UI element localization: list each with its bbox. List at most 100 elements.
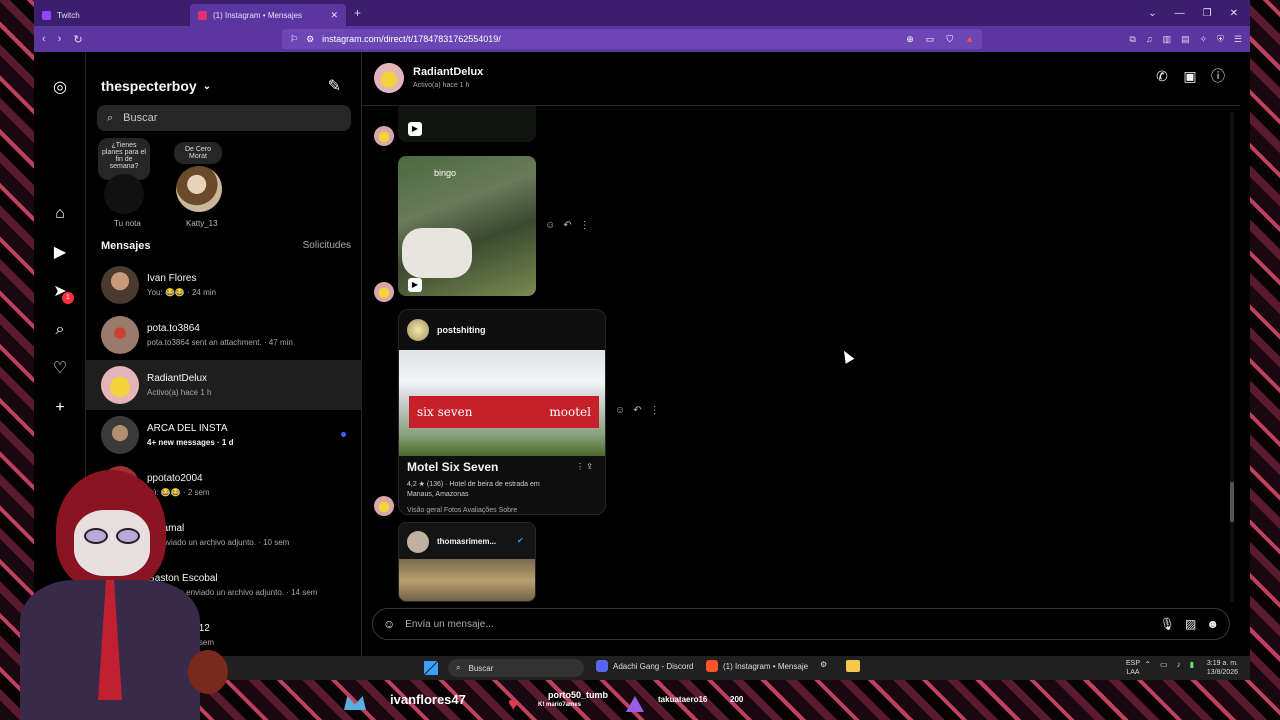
conversation-item[interactable]: ARCA DEL INSTA 4+ new messages · 1 d — [86, 410, 361, 460]
taskbar-search[interactable]: ⌕ Buscar — [448, 659, 584, 677]
post-image — [399, 559, 535, 601]
instagram-logo-icon[interactable]: ◎ — [51, 79, 69, 97]
search-icon[interactable]: ⌕ — [51, 321, 69, 339]
close-window-button[interactable]: ✕ — [1230, 8, 1238, 19]
requests-link[interactable]: Solicitudes — [303, 240, 351, 252]
compose-icon[interactable]: ✎ — [328, 76, 341, 96]
forward-icon[interactable]: › — [58, 33, 62, 46]
site-info-icon[interactable]: ⚙ — [306, 34, 314, 45]
video-call-icon[interactable]: ▣ — [1182, 68, 1198, 84]
music-icon[interactable]: ♫ — [1146, 34, 1153, 45]
menu-icon[interactable]: ☰ — [1234, 34, 1242, 45]
conversation-name: pota.to3864 — [147, 323, 200, 334]
search-input[interactable]: ⌕ Buscar — [97, 105, 351, 131]
tab-instagram[interactable]: (1) Instagram • Mensajes ✕ — [190, 4, 346, 26]
clock[interactable]: 3:19 a. m. 13/8/2026 — [1207, 659, 1238, 677]
shield-icon[interactable]: ⛉ — [946, 34, 953, 45]
microphone-icon[interactable]: 🎙 — [1160, 617, 1175, 631]
scrollbar-thumb[interactable] — [1230, 482, 1234, 522]
place-title: Motel Six Seven — [407, 460, 499, 474]
subscriber-detail: K! mario7ames — [538, 702, 582, 708]
instagram-tab-icon — [198, 10, 207, 20]
more-icon[interactable]: ⋮ — [650, 405, 660, 416]
sticker-icon[interactable]: ☻ — [1206, 617, 1219, 631]
sign-text: six seven — [417, 405, 473, 419]
reel-preview[interactable]: bingo — [398, 156, 536, 296]
react-icon[interactable]: ☺ — [545, 220, 555, 231]
lang-code: ESP — [1125, 660, 1140, 667]
network-icon[interactable]: ▭ — [1160, 660, 1168, 669]
taskbar-app-label: Adachi Gang - Discord — [613, 661, 694, 671]
notifications-heart-icon[interactable]: ♡ — [51, 360, 69, 378]
latest-follower: ivanflores47 — [390, 692, 466, 707]
avatar-eye — [116, 528, 140, 544]
play-icon[interactable]: ▶ — [408, 278, 422, 292]
windows-start-icon[interactable] — [424, 661, 438, 675]
note-bubble[interactable]: De Cero Morat — [174, 142, 222, 164]
image-icon[interactable]: ▨ — [1185, 617, 1196, 631]
unread-dot — [341, 432, 346, 437]
message-input[interactable]: Envía un mensaje... — [405, 619, 1150, 630]
thread-name[interactable]: RadiantDelux — [413, 66, 483, 78]
language-indicator[interactable]: ESP LAA — [1126, 659, 1140, 677]
new-tab-button[interactable]: + — [346, 6, 369, 20]
vpn-icon[interactable]: ⛨ — [1217, 34, 1224, 45]
place-tabs[interactable]: Visão geral Fotos Avaliações Sobre — [407, 507, 517, 514]
account-switcher[interactable]: thespecterboy ⌄ — [101, 78, 211, 94]
twitch-icon — [42, 10, 51, 20]
avatar-face — [74, 510, 150, 576]
brave-icon — [706, 660, 718, 672]
taskbar-app-discord[interactable]: Adachi Gang - Discord — [596, 660, 693, 672]
avatar[interactable] — [374, 63, 404, 93]
url-text: instagram.com/direct/t/17847831762554019… — [322, 34, 501, 44]
leo-icon[interactable]: ✧ — [1200, 34, 1208, 45]
play-icon[interactable]: ▶ — [408, 122, 422, 136]
battery-icon[interactable]: ▮ — [1190, 660, 1194, 669]
reply-icon[interactable]: ↶ — [563, 220, 571, 231]
volume-icon[interactable]: ♪ — [1177, 660, 1181, 669]
scrollbar[interactable] — [1230, 112, 1234, 602]
share-icon[interactable]: ⋮ ⇪ — [576, 462, 593, 471]
info-icon[interactable]: ⓘ — [1210, 68, 1226, 84]
reply-icon[interactable]: ↶ — [633, 405, 641, 416]
react-icon[interactable]: ☺ — [615, 405, 625, 416]
rewards-icon[interactable]: ▲ — [965, 34, 974, 45]
shared-post[interactable]: postshiting six seven mootel Motel Six S… — [398, 309, 606, 515]
wallet-icon[interactable]: ▤ — [1181, 34, 1190, 45]
tab-twitch[interactable]: Twitch — [34, 4, 190, 26]
chevron-down-icon[interactable]: ⌄ — [1148, 8, 1156, 19]
maximize-button[interactable]: ❐ — [1203, 8, 1212, 19]
time: 3:19 a. m. — [1206, 660, 1238, 667]
extensions-icon[interactable]: ⧉ — [1129, 34, 1135, 45]
avatar[interactable] — [176, 166, 222, 212]
address-bar[interactable]: ⚐ ⚙ instagram.com/direct/t/1784783176255… — [282, 29, 982, 49]
reel-overlay-text: bingo — [434, 168, 457, 178]
reels-icon[interactable]: ▶ — [51, 244, 69, 262]
minimize-button[interactable]: — — [1175, 8, 1185, 19]
message-composer[interactable]: ☺ Envía un mensaje... 🎙 ▨ ☻ — [372, 608, 1230, 640]
date: 13/8/2026 — [1206, 669, 1238, 676]
shared-post[interactable]: thomasrimem... ✔ — [398, 522, 536, 602]
folder-icon[interactable] — [846, 660, 860, 672]
phone-icon[interactable]: ✆ — [1154, 68, 1170, 84]
home-icon[interactable]: ⌂ — [51, 205, 69, 223]
vtuber-avatar — [0, 470, 230, 720]
sidebar-icon[interactable]: ▥ — [1163, 34, 1172, 45]
create-icon[interactable]: + — [51, 399, 69, 417]
post-header: postshiting — [399, 310, 605, 350]
search-icon: ⌕ — [107, 111, 114, 124]
conversation-item[interactable]: Ivan Flores You: 😂😂 · 24 min — [86, 260, 361, 310]
chevron-up-icon[interactable]: ⌃ — [1144, 660, 1151, 669]
bookmark-icon[interactable]: ⚐ — [290, 34, 298, 45]
emoji-icon[interactable]: ☺ — [383, 617, 395, 631]
steam-icon[interactable]: ⚙ — [820, 660, 827, 669]
zoom-icon[interactable]: ⊕ — [906, 34, 914, 45]
more-icon[interactable]: ⋮ — [580, 220, 590, 231]
close-tab-icon[interactable]: ✕ — [330, 10, 338, 21]
conversation-item[interactable]: pota.to3864 pota.to3864 sent an attachmen… — [86, 310, 361, 360]
back-icon[interactable]: ‹ — [42, 33, 46, 46]
reload-icon[interactable]: ↻ — [73, 33, 82, 46]
taskbar-app-browser[interactable]: (1) Instagram • Mensaje — [706, 660, 808, 672]
conversation-item-selected[interactable]: RadiantDelux Activo(a) hace 1 h — [86, 360, 361, 410]
cast-icon[interactable]: ▭ — [926, 34, 935, 45]
